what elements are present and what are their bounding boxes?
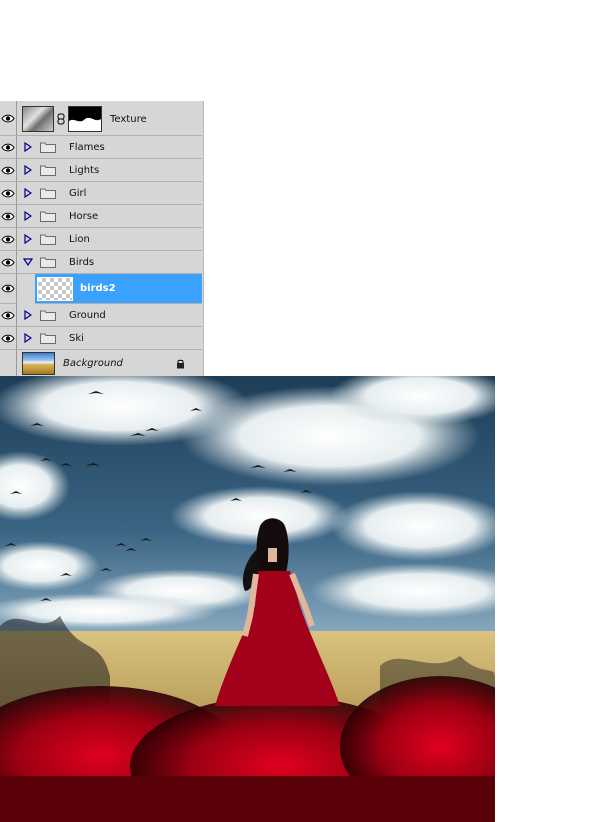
eye-icon bbox=[1, 258, 15, 266]
layer-thumbnail bbox=[22, 352, 55, 375]
layer-row-background[interactable]: Background bbox=[0, 350, 202, 378]
folder-icon bbox=[40, 188, 56, 199]
folder-icon bbox=[40, 234, 56, 245]
layer-name: Ground bbox=[69, 310, 106, 321]
layer-name: Birds bbox=[69, 257, 95, 268]
layer-row-flames[interactable]: Flames bbox=[0, 136, 202, 159]
layer-name: birds2 bbox=[80, 283, 116, 294]
layer-name: Texture bbox=[110, 114, 147, 125]
eye-icon bbox=[1, 235, 15, 243]
layer-row-birds2[interactable]: birds2 bbox=[0, 274, 202, 304]
document-canvas[interactable] bbox=[0, 376, 495, 822]
layer-row-ski[interactable]: Ski bbox=[0, 327, 202, 350]
layer-row-girl[interactable]: Girl bbox=[0, 182, 202, 205]
visibility-toggle[interactable] bbox=[0, 136, 17, 158]
layer-row-lights[interactable]: Lights bbox=[0, 159, 202, 182]
layer-name: Horse bbox=[69, 211, 99, 222]
layer-row-horse[interactable]: Horse bbox=[0, 205, 202, 228]
eye-icon bbox=[1, 143, 15, 151]
expand-triangle-icon[interactable] bbox=[24, 165, 32, 175]
visibility-toggle[interactable] bbox=[0, 182, 17, 204]
expand-triangle-icon[interactable] bbox=[24, 188, 32, 198]
layer-row-texture[interactable]: Texture bbox=[0, 101, 202, 136]
eye-icon bbox=[1, 334, 15, 342]
visibility-toggle[interactable] bbox=[0, 350, 17, 378]
eye-icon bbox=[1, 212, 15, 220]
folder-icon bbox=[40, 165, 56, 176]
eye-icon bbox=[1, 284, 15, 293]
folder-icon bbox=[40, 211, 56, 222]
mask-shape bbox=[69, 117, 101, 131]
eye-icon bbox=[1, 311, 15, 319]
layer-row-ground[interactable]: Ground bbox=[0, 304, 202, 327]
folder-icon bbox=[40, 333, 56, 344]
expand-triangle-icon[interactable] bbox=[24, 142, 32, 152]
visibility-toggle[interactable] bbox=[0, 304, 17, 326]
layer-row-lion[interactable]: Lion bbox=[0, 228, 202, 251]
folder-icon bbox=[40, 142, 56, 153]
folder-icon bbox=[40, 310, 56, 321]
expand-triangle-icon[interactable] bbox=[24, 211, 32, 221]
visibility-toggle[interactable] bbox=[0, 251, 17, 273]
collapse-triangle-icon[interactable] bbox=[23, 258, 33, 266]
visibility-toggle[interactable] bbox=[0, 228, 17, 250]
expand-triangle-icon[interactable] bbox=[24, 234, 32, 244]
artwork-image bbox=[0, 376, 495, 822]
visibility-toggle[interactable] bbox=[0, 327, 17, 349]
layer-name: Girl bbox=[69, 188, 87, 199]
expand-triangle-icon[interactable] bbox=[24, 333, 32, 343]
layer-name: Background bbox=[63, 358, 123, 369]
folder-icon bbox=[40, 257, 56, 268]
layer-mask-thumbnail[interactable] bbox=[68, 106, 102, 132]
layer-thumbnail bbox=[22, 106, 54, 132]
indent-spacer bbox=[17, 274, 35, 304]
lock-icon[interactable] bbox=[176, 359, 185, 369]
visibility-toggle[interactable] bbox=[0, 101, 17, 135]
expand-triangle-icon[interactable] bbox=[24, 310, 32, 320]
layer-name: Lights bbox=[69, 165, 100, 176]
eye-icon bbox=[1, 189, 15, 197]
chain-link-icon[interactable] bbox=[57, 113, 65, 125]
layer-thumbnail-transparent bbox=[37, 277, 73, 301]
layer-name: Lion bbox=[69, 234, 90, 245]
visibility-toggle[interactable] bbox=[0, 159, 17, 181]
eye-icon bbox=[1, 166, 15, 174]
visibility-toggle[interactable] bbox=[0, 205, 17, 227]
layer-name: Flames bbox=[69, 142, 105, 153]
layer-row-birds[interactable]: Birds bbox=[0, 251, 202, 274]
layer-name: Ski bbox=[69, 333, 84, 344]
layers-panel: Texture Flames Lights Girl Horse Lion Bi… bbox=[0, 101, 204, 378]
visibility-toggle[interactable] bbox=[0, 274, 17, 303]
eye-icon bbox=[1, 114, 15, 122]
